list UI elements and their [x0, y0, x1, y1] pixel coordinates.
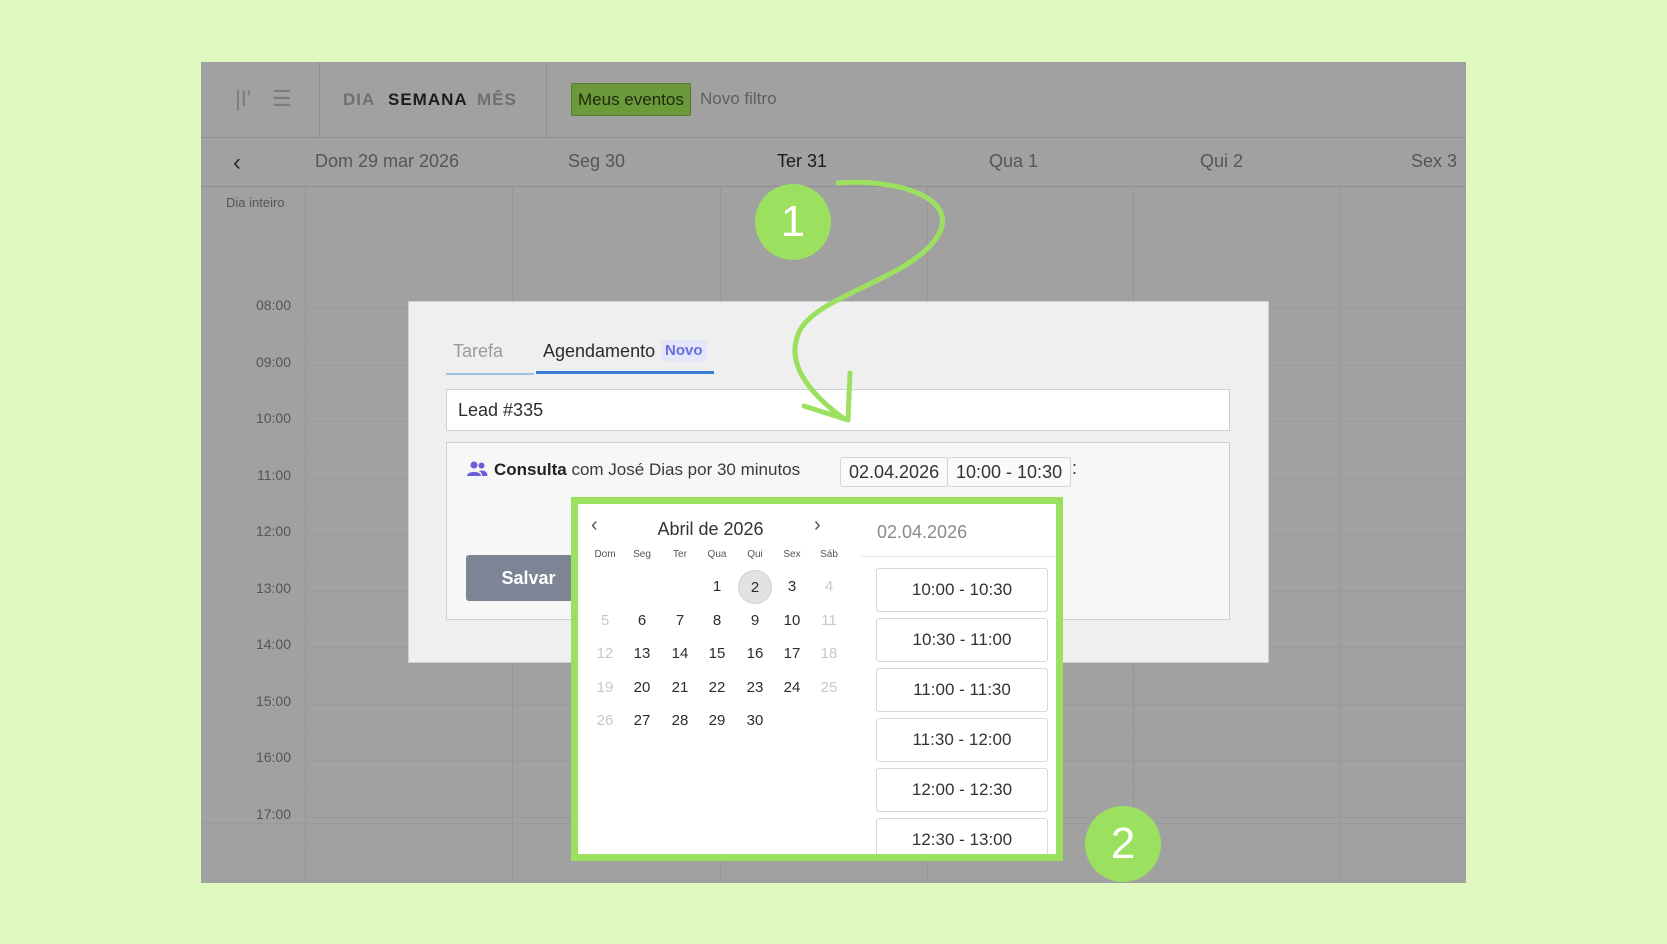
calendar-day: 18 — [820, 645, 838, 662]
calendar-view-icon[interactable]: |I' — [235, 88, 251, 110]
calendar-day[interactable]: 30 — [738, 704, 772, 738]
calendar-day[interactable]: 14 — [663, 637, 697, 671]
service-name: Consulta — [494, 460, 567, 479]
toolbar-divider — [546, 62, 547, 137]
calendar-day[interactable]: 13 — [625, 637, 659, 671]
weekday-label: Qui — [747, 549, 763, 560]
hour-label: 16:00 — [255, 749, 291, 765]
calendar-day: 5 — [600, 611, 610, 629]
toolbar-divider — [319, 62, 320, 137]
calendar-day[interactable]: 6 — [625, 604, 659, 638]
calendar-day[interactable]: 7 — [663, 604, 697, 638]
day-header-today[interactable]: Ter 31 — [777, 151, 827, 172]
booking-details: com José Dias por 30 minutos — [571, 460, 801, 479]
calendar-day: 26 — [596, 712, 614, 729]
calendar-day[interactable]: 23 — [738, 671, 772, 705]
weekday-label: Seg — [633, 549, 651, 560]
day-header[interactable]: Qui 2 — [1200, 151, 1243, 172]
calendar-day[interactable]: 22 — [700, 671, 734, 705]
calendar-day: 19 — [596, 678, 614, 696]
booking-summary: Consulta com José Dias por 30 minutos — [494, 460, 800, 480]
step-marker-1: 1 — [755, 184, 831, 260]
calendar-day[interactable]: 9 — [738, 604, 772, 638]
time-slot[interactable]: 12:30 - 13:00 — [876, 818, 1048, 854]
calendar-toolbar: |I' ☰ DIA SEMANA MÊS Meus eventos Novo f… — [201, 62, 1466, 138]
chevron-right-icon[interactable]: › — [814, 514, 821, 537]
tab-scheduling[interactable]: Agendamento — [543, 341, 655, 362]
calendar-month-title: Abril de 2026 — [657, 519, 764, 539]
time-slot[interactable]: 10:30 - 11:00 — [876, 618, 1048, 662]
calendar-day[interactable]: 27 — [625, 704, 659, 738]
day-header[interactable]: Sex 3 — [1411, 151, 1457, 172]
active-tab-underline — [536, 371, 714, 374]
new-filter-link[interactable]: Novo filtro — [700, 89, 777, 109]
calendar-day[interactable]: 24 — [775, 671, 809, 705]
time-slot[interactable]: 12:00 - 12:30 — [876, 768, 1048, 812]
view-tab-day[interactable]: DIA — [343, 90, 375, 110]
day-header[interactable]: Qua 1 — [989, 151, 1038, 172]
hour-label: 09:00 — [255, 354, 291, 370]
step-marker-2: 2 — [1085, 806, 1161, 882]
calendar-day[interactable]: 3 — [775, 570, 809, 604]
weekday-label: Sex — [783, 549, 801, 560]
separator-colon: : — [1072, 458, 1078, 478]
time-slot[interactable]: 11:30 - 12:00 — [876, 718, 1048, 762]
weekday-label: Dom — [594, 549, 616, 560]
calendar-day[interactable]: 16 — [738, 637, 772, 671]
calendar-day[interactable]: 28 — [663, 704, 697, 738]
tab-task[interactable]: Tarefa — [453, 341, 503, 362]
hour-label: 08:00 — [255, 297, 291, 313]
weekday-label: Sáb — [820, 549, 838, 560]
hour-label: 10:00 — [255, 410, 291, 426]
new-badge: Novo — [661, 340, 707, 361]
hour-label: 14:00 — [255, 636, 291, 652]
hour-label: 15:00 — [255, 693, 291, 709]
calendar-day[interactable]: 17 — [775, 637, 809, 671]
calendar-day[interactable]: 10 — [775, 604, 809, 638]
day-header[interactable]: Dom 29 mar 2026 — [315, 151, 459, 172]
list-view-icon[interactable]: ☰ — [272, 88, 292, 110]
weekday-label: Qua — [707, 549, 727, 560]
calendar-day: 12 — [596, 645, 614, 662]
tab-underline — [446, 373, 534, 375]
hour-label: 17:00 — [255, 806, 291, 822]
day-header[interactable]: Seg 30 — [568, 151, 625, 172]
selected-date-label: 02.04.2026 — [877, 522, 968, 542]
view-tab-month[interactable]: MÊS — [477, 90, 517, 110]
hour-label: 11:00 — [257, 467, 291, 483]
event-title-input[interactable] — [446, 389, 1230, 431]
my-events-filter[interactable]: Meus eventos — [571, 83, 691, 116]
hour-label: 13:00 — [255, 580, 291, 596]
calendar-day: 25 — [820, 678, 838, 696]
calendar-day-selected[interactable]: 2 — [738, 570, 772, 604]
time-slot[interactable]: 11:00 - 11:30 — [876, 668, 1048, 712]
date-field[interactable]: 02.04.2026 — [840, 457, 949, 487]
people-icon — [467, 461, 488, 476]
all-day-label: Dia inteiro — [226, 195, 285, 210]
calendar-day: 11 — [821, 611, 837, 629]
time-field[interactable]: 10:00 - 10:30 — [947, 457, 1072, 487]
divider — [861, 556, 1056, 557]
weekday-label: Ter — [673, 549, 687, 560]
hour-label: 12:00 — [255, 523, 291, 539]
calendar-day[interactable]: 29 — [700, 704, 734, 738]
calendar-day[interactable]: 15 — [700, 637, 734, 671]
calendar-day[interactable]: 20 — [625, 671, 659, 705]
calendar-day[interactable]: 1 — [700, 570, 734, 604]
week-day-header: ‹ Dom 29 mar 2026 Seg 30 Ter 31 Qua 1 Qu… — [201, 138, 1466, 187]
view-tab-week[interactable]: SEMANA — [388, 90, 468, 110]
calendar-day: 4 — [824, 578, 834, 595]
chevron-left-icon[interactable]: ‹ — [233, 149, 241, 177]
date-time-picker: ‹ Abril de 2026 › Dom Seg Ter Qua Qui Sex Sáb … — [571, 497, 1063, 861]
calendar-day[interactable]: 8 — [700, 604, 734, 638]
time-slot[interactable]: 10:00 - 10:30 — [876, 568, 1048, 612]
calendar-day[interactable]: 21 — [663, 671, 697, 705]
